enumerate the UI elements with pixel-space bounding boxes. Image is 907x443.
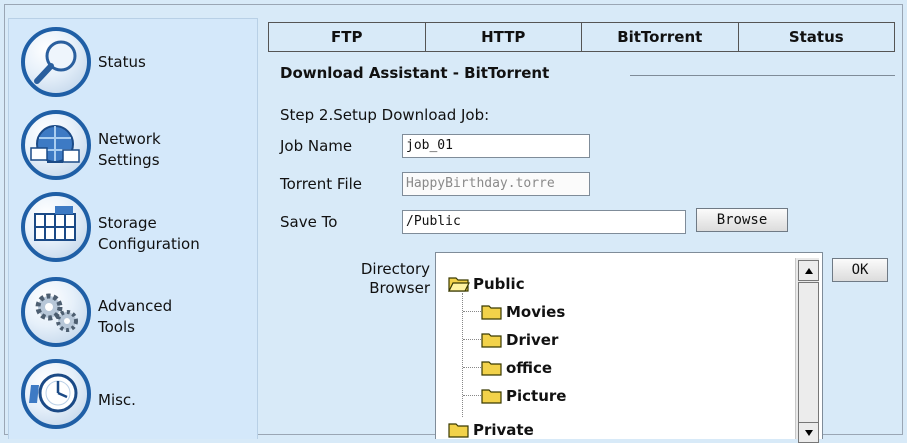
sidebar-item-network-settings[interactable]: Network Settings	[9, 105, 259, 185]
section-title: Download Assistant - BitTorrent	[280, 64, 558, 82]
directory-browser-label: Directory Browser	[360, 260, 430, 297]
sidebar-item-advanced-tools[interactable]: Advanced Tools	[9, 272, 259, 352]
sidebar-item-status[interactable]: Status	[9, 22, 259, 102]
tab-bar: FTP HTTP BitTorrent Status	[268, 22, 895, 52]
job-name-label: Job Name	[280, 137, 353, 155]
gears-icon	[21, 277, 91, 347]
sidebar-item-label: Network Settings	[98, 130, 161, 169]
tab-status[interactable]: Status	[739, 23, 895, 51]
folder-icon	[481, 387, 503, 405]
sidebar-item-label: Advanced Tools	[98, 297, 173, 336]
tree-node-picture[interactable]: Picture	[481, 383, 566, 409]
tree-connector	[463, 367, 481, 368]
tree-connector	[463, 339, 481, 340]
torrent-file-input: HappyBirthday.torre	[402, 172, 590, 196]
storage-icon	[21, 192, 91, 262]
tree-scrollbar[interactable]	[795, 258, 819, 443]
scroll-thumb[interactable]	[798, 282, 819, 428]
save-to-input[interactable]: /Public	[402, 210, 686, 234]
section-divider	[630, 75, 895, 76]
tab-http[interactable]: HTTP	[426, 23, 582, 51]
tree-connector	[463, 311, 481, 312]
scroll-up-button[interactable]	[798, 260, 819, 281]
folder-icon	[448, 421, 470, 439]
sidebar-item-label: Misc.	[98, 391, 136, 409]
clock-icon	[21, 359, 91, 429]
tab-bittorrent[interactable]: BitTorrent	[582, 23, 739, 51]
job-name-input[interactable]: job_01	[402, 134, 590, 158]
tree-node-office[interactable]: office	[481, 355, 552, 381]
ok-button[interactable]: OK	[832, 258, 888, 282]
browse-button[interactable]: Browse	[696, 208, 788, 232]
tree-node-public[interactable]: Public	[448, 271, 525, 297]
tree-connector	[463, 395, 481, 396]
magnifier-icon	[21, 27, 91, 97]
step-text: Step 2.Setup Download Job:	[280, 106, 490, 124]
sidebar-item-label: Status	[98, 53, 146, 71]
arrow-up-icon	[804, 267, 813, 274]
tree-node-private[interactable]: Private	[448, 417, 534, 439]
tab-ftp[interactable]: FTP	[269, 23, 426, 51]
directory-tree[interactable]: Public Movies Driver office Picture Priv…	[435, 252, 823, 439]
sidebar-item-label: Storage Configuration	[98, 214, 200, 253]
tree-node-movies[interactable]: Movies	[481, 299, 565, 325]
network-icon	[21, 110, 91, 180]
scroll-down-button[interactable]	[798, 422, 819, 443]
folder-open-icon	[448, 275, 470, 293]
folder-icon	[481, 303, 503, 321]
sidebar-item-misc[interactable]: Misc.	[9, 354, 259, 434]
save-to-label: Save To	[280, 213, 338, 231]
tree-node-driver[interactable]: Driver	[481, 327, 558, 353]
folder-icon	[481, 359, 503, 377]
sidebar-item-storage-configuration[interactable]: Storage Configuration	[9, 187, 259, 267]
torrent-file-label: Torrent File	[280, 175, 363, 193]
arrow-down-icon	[804, 429, 813, 436]
sidebar-nav: Status Network Settings Storage Configur…	[8, 18, 258, 439]
folder-icon	[481, 331, 503, 349]
